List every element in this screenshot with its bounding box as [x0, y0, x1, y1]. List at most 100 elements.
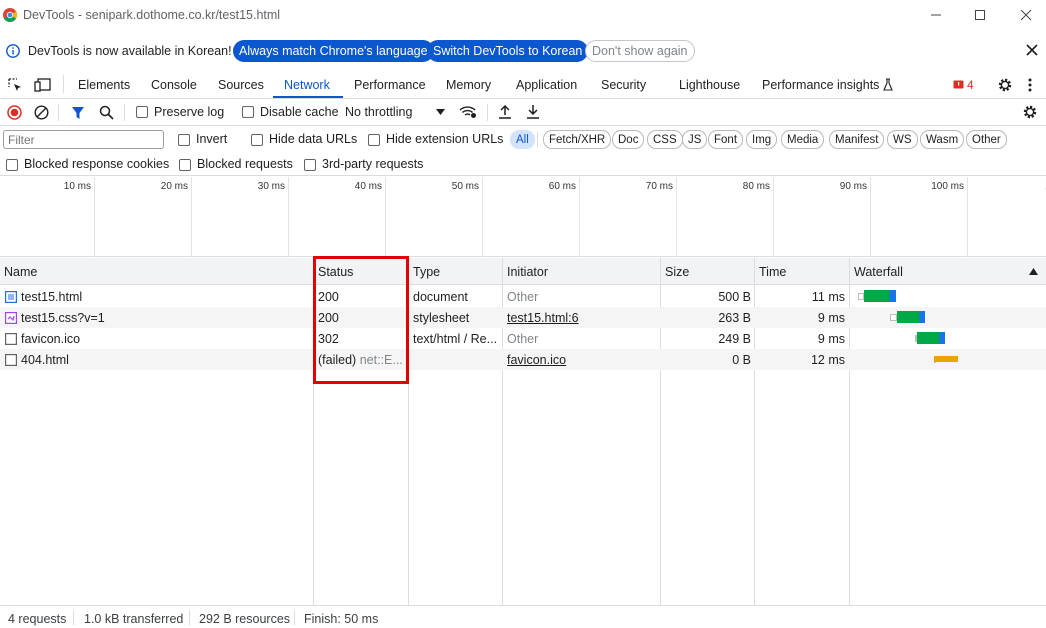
filter-chip-doc[interactable]: Doc	[612, 130, 645, 149]
inspect-element-icon[interactable]	[7, 77, 23, 93]
divider	[294, 610, 295, 625]
close-window-button[interactable]	[1013, 3, 1039, 27]
info-icon	[6, 44, 20, 58]
filter-input[interactable]	[3, 130, 164, 149]
always-match-language-button[interactable]: Always match Chrome's language	[233, 40, 434, 62]
column-size[interactable]: Size	[665, 265, 689, 279]
column-type[interactable]: Type	[413, 265, 440, 279]
filter-chip-all[interactable]: All	[510, 130, 535, 149]
divider	[58, 104, 59, 121]
divider	[124, 104, 125, 121]
overview-gridline	[676, 177, 677, 257]
issues-icon[interactable]	[953, 80, 964, 90]
sort-ascending-icon[interactable]	[1029, 268, 1038, 275]
request-initiator[interactable]: test15.html:6	[507, 311, 657, 325]
tab-elements[interactable]: Elements	[78, 78, 130, 92]
dont-show-again-button[interactable]: Don't show again	[585, 40, 695, 62]
table-row[interactable]: 404.html (failed) net::E... favicon.ico 0 B…	[0, 349, 1046, 370]
disable-cache-label: Disable cache	[260, 105, 339, 119]
maximize-button[interactable]	[967, 3, 993, 27]
tab-network[interactable]: Network	[284, 78, 330, 92]
export-har-icon[interactable]	[526, 104, 540, 119]
hide-data-urls-checkbox[interactable]	[251, 133, 263, 147]
search-icon[interactable]	[99, 105, 114, 120]
minimize-button[interactable]	[923, 3, 949, 27]
third-party-label: 3rd-party requests	[322, 157, 424, 171]
file-icon	[5, 354, 17, 366]
waterfall-receive-bar	[934, 356, 958, 362]
hide-extension-urls-checkbox[interactable]	[368, 133, 380, 147]
infobar-close-icon[interactable]	[1026, 44, 1038, 56]
filter-funnel-icon[interactable]	[71, 106, 85, 120]
column-waterfall[interactable]: Waterfall	[854, 265, 903, 279]
chevron-down-icon[interactable]	[436, 109, 445, 115]
switch-to-korean-button[interactable]: Switch DevTools to Korean	[427, 40, 589, 62]
overview-tick-label: 40 ms	[354, 181, 382, 192]
blocked-cookies-checkbox[interactable]	[6, 158, 18, 172]
filter-chip-img[interactable]: Img	[746, 130, 778, 149]
status-column-highlight	[313, 256, 409, 384]
filter-chip-manifest[interactable]: Manifest	[829, 130, 885, 149]
network-conditions-icon[interactable]	[459, 105, 477, 119]
request-table-header: Name Status Type Initiator Size Time Wat…	[0, 258, 1046, 285]
tab-security[interactable]: Security	[601, 78, 646, 92]
resources-size: 292 B resources	[199, 612, 291, 626]
request-time: 12 ms	[810, 353, 845, 367]
filter-chip-js[interactable]: JS	[682, 130, 708, 149]
infobar-message: DevTools is now available in Korean!	[28, 44, 232, 58]
request-name[interactable]: favicon.ico	[21, 332, 309, 346]
overview-gridline	[288, 177, 289, 257]
filter-chip-font[interactable]: Font	[708, 130, 744, 149]
transferred-size: 1.0 kB transferred	[84, 612, 184, 626]
tab-memory[interactable]: Memory	[446, 78, 491, 92]
settings-gear-icon[interactable]	[997, 77, 1013, 93]
tab-performance-insights[interactable]: Performance insights	[762, 78, 879, 92]
table-row[interactable]: test15.css?v=1 200 stylesheet test15.html:6…	[0, 307, 1046, 328]
overview-gridline	[773, 177, 774, 257]
overview-tick-label: 10 ms	[63, 181, 91, 192]
overview-gridline	[482, 177, 483, 257]
invert-checkbox[interactable]	[178, 133, 190, 147]
column-time[interactable]: Time	[759, 265, 786, 279]
column-initiator[interactable]: Initiator	[507, 265, 548, 279]
request-name[interactable]: 404.html	[21, 353, 309, 367]
throttling-select[interactable]: No throttling	[345, 105, 412, 119]
network-settings-gear-icon[interactable]	[1022, 104, 1038, 120]
filter-chip-other[interactable]: Other	[966, 130, 1007, 149]
request-initiator[interactable]: favicon.ico	[507, 353, 657, 367]
column-name[interactable]: Name	[4, 265, 37, 279]
filter-chip-fetch-xhr[interactable]: Fetch/XHR	[543, 130, 612, 149]
request-name[interactable]: test15.css?v=1	[21, 311, 309, 325]
filter-chip-wasm[interactable]: Wasm	[920, 130, 965, 149]
more-options-icon[interactable]	[1027, 77, 1033, 93]
device-toolbar-icon[interactable]	[34, 77, 52, 93]
overview-tick-label: 50 ms	[451, 181, 479, 192]
overview-gridline	[870, 177, 871, 257]
table-row[interactable]: test15.html 200 document Other 500 B 11 ms	[0, 286, 1046, 307]
blocked-requests-checkbox[interactable]	[179, 158, 191, 172]
tab-lighthouse[interactable]: Lighthouse	[679, 78, 740, 92]
tab-application[interactable]: Application	[516, 78, 577, 92]
filter-chip-ws[interactable]: WS	[887, 130, 918, 149]
third-party-checkbox[interactable]	[304, 158, 316, 172]
table-row[interactable]: favicon.ico 302 text/html / Re... Other 249 …	[0, 328, 1046, 349]
import-har-icon[interactable]	[498, 104, 512, 119]
blocked-cookies-label: Blocked response cookies	[24, 157, 170, 171]
request-name[interactable]: test15.html	[21, 290, 309, 304]
clear-icon[interactable]	[34, 105, 49, 120]
request-time: 11 ms	[811, 290, 845, 304]
filter-chip-css[interactable]: CSS	[647, 130, 683, 149]
disable-cache-checkbox[interactable]	[242, 105, 254, 119]
request-time: 9 ms	[817, 332, 845, 346]
request-type: document	[413, 290, 468, 304]
stop-recording-icon[interactable]	[7, 105, 22, 120]
overview-gridline	[579, 177, 580, 257]
tab-console[interactable]: Console	[151, 78, 197, 92]
tab-performance[interactable]: Performance	[354, 78, 426, 92]
tab-sources[interactable]: Sources	[218, 78, 264, 92]
filter-chip-media[interactable]: Media	[781, 130, 825, 149]
divider	[189, 610, 190, 625]
issues-count[interactable]: 4	[967, 78, 974, 92]
preserve-log-checkbox[interactable]	[136, 105, 148, 119]
network-overview[interactable]: 10 ms 20 ms 30 ms 40 ms 50 ms 60 ms 70 ms 80 ms…	[0, 177, 1046, 257]
